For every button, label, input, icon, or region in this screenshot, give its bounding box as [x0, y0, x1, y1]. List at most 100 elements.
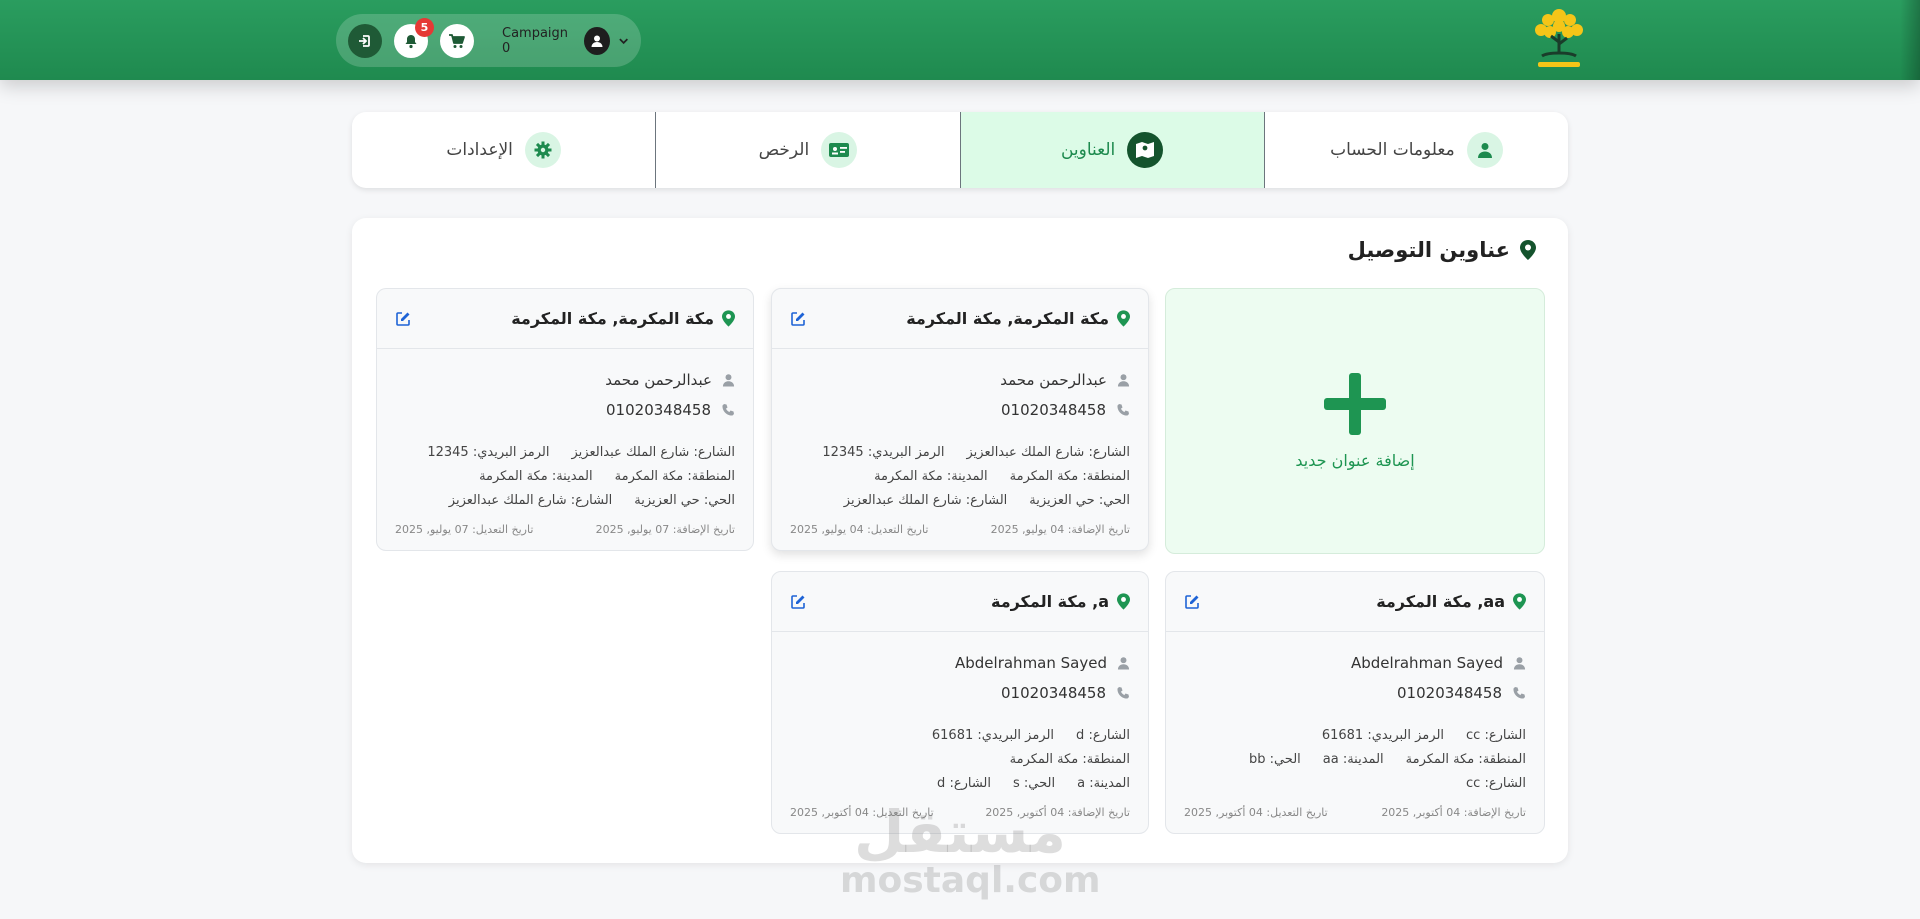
edit-icon — [791, 311, 805, 326]
detail-district: الحي: حي العزيزية — [1029, 493, 1130, 508]
address-title-text: مكة المكرمة, مكة المكرمة — [511, 309, 714, 328]
bell-icon — [405, 34, 417, 48]
address-card-body: عبدالرحمن محمد 01020348458 الشارع: شارع … — [377, 349, 753, 550]
address-dates: تاريخ الإضافة: 07 يوليو, 2025 تاريخ التع… — [395, 523, 735, 550]
location-pin-icon — [1520, 240, 1536, 260]
detail-region: المنطقة: مكة المكرمة — [1405, 752, 1526, 767]
detail-postal-code: الرمز البريدي: 61681 — [1321, 728, 1445, 743]
detail-postal-code: الرمز البريدي: 12345 — [427, 445, 550, 460]
profile-tabs: معلومات الحساب العناوين الرخص الإعدادات — [352, 112, 1568, 188]
address-title: مكة المكرمة, مكة المكرمة — [511, 309, 735, 328]
user-icon — [1117, 657, 1130, 670]
user-icon — [1117, 374, 1130, 387]
contact-name: Abdelrahman Sayed — [1351, 654, 1503, 672]
phone-row: 01020348458 — [1184, 678, 1526, 708]
contact-name: عبدالرحمن محمد — [1000, 371, 1107, 389]
contact-name: Abdelrahman Sayed — [955, 654, 1107, 672]
date-added: تاريخ الإضافة: 07 يوليو, 2025 — [595, 523, 735, 536]
location-pin-icon — [722, 310, 735, 327]
edit-icon — [791, 594, 805, 609]
logout-icon — [359, 34, 370, 47]
detail-region: المنطقة: مكة المكرمة — [1009, 469, 1130, 484]
edit-address-button[interactable] — [790, 594, 806, 610]
address-title: a, مكة المكرمة — [991, 592, 1130, 611]
edit-icon — [1185, 594, 1199, 609]
detail-street: الشارع: شارع الملك عبدالعزيز — [843, 493, 1008, 508]
tab-settings[interactable]: الإعدادات — [352, 112, 655, 188]
top-header: 5 Campaign 0 — [0, 0, 1920, 80]
detail-street: الشارع: شارع الملك عبدالعزيز — [966, 445, 1131, 460]
user-icon — [1513, 657, 1526, 670]
tab-account-info[interactable]: معلومات الحساب — [1263, 112, 1568, 188]
address-details: الشارع: شارع الملك عبدالعزيز الرمز البريد… — [790, 441, 1130, 513]
date-modified: تاريخ التعديل: 07 يوليو, 2025 — [395, 523, 534, 536]
address-card: aa, مكة المكرمة Abdelrahman Sayed 010203… — [1165, 571, 1545, 834]
edit-address-button[interactable] — [395, 311, 411, 327]
plus-icon — [1324, 372, 1386, 435]
detail-street: الشارع: d — [937, 776, 991, 791]
detail-postal-code: الرمز البريدي: 12345 — [822, 445, 945, 460]
detail-postal-code: الرمز البريدي: 61681 — [931, 728, 1055, 743]
location-pin-icon — [1117, 593, 1130, 610]
address-card-body: Abdelrahman Sayed 01020348458 الشارع: cc… — [1166, 632, 1544, 833]
add-new-address-button[interactable]: إضافة عنوان جديد — [1165, 288, 1545, 554]
detail-district: الحي: s — [1013, 776, 1056, 791]
phone-row: 01020348458 — [790, 395, 1130, 425]
address-title-text: aa, مكة المكرمة — [1376, 592, 1505, 611]
edit-icon — [396, 311, 410, 326]
tab-label: العناوين — [1060, 140, 1116, 160]
account-menu[interactable]: Campaign 0 — [502, 26, 629, 56]
user-icon — [1466, 132, 1503, 168]
address-title: مكة المكرمة, مكة المكرمة — [906, 309, 1130, 328]
address-title: aa, مكة المكرمة — [1376, 592, 1526, 611]
map-icon — [1127, 132, 1164, 168]
phone-row: 01020348458 — [395, 395, 735, 425]
contact-name: عبدالرحمن محمد — [605, 371, 712, 389]
watermark-latin: mostaql.com — [840, 860, 1101, 901]
address-title-text: مكة المكرمة, مكة المكرمة — [906, 309, 1109, 328]
address-card: مكة المكرمة, مكة المكرمة عبدالرحمن محمد — [376, 288, 754, 551]
watermark-arabic: مستقل — [853, 798, 1067, 866]
contact-name-row: عبدالرحمن محمد — [790, 365, 1130, 395]
add-new-address-label: إضافة عنوان جديد — [1295, 450, 1415, 470]
cart-button[interactable] — [440, 23, 474, 58]
header-edge — [1900, 0, 1920, 80]
date-modified: تاريخ التعديل: 04 أكتوبر, 2025 — [1184, 806, 1328, 819]
phone-icon — [1513, 687, 1525, 699]
notifications-button[interactable]: 5 — [394, 17, 434, 58]
tab-label: الإعدادات — [446, 140, 513, 160]
phone-icon — [722, 404, 734, 416]
address-card-header: مكة المكرمة, مكة المكرمة — [377, 289, 753, 349]
tab-licenses[interactable]: الرخص — [655, 112, 959, 188]
address-dates: تاريخ الإضافة: 04 يوليو, 2025 تاريخ التع… — [790, 523, 1130, 550]
user-icon — [591, 35, 603, 47]
user-icon — [722, 374, 735, 387]
chevron-down-icon — [619, 38, 628, 44]
phone-icon — [1117, 404, 1129, 416]
address-details: الشارع: cc الرمز البريدي: 61681 المنطقة: … — [1184, 724, 1526, 796]
detail-district: الحي: حي العزيزية — [634, 493, 735, 508]
contact-name-row: Abdelrahman Sayed — [1184, 648, 1526, 678]
section-title: عناوين التوصيل — [1348, 238, 1536, 262]
notification-count-badge: 5 — [415, 17, 434, 37]
detail-region: المنطقة: مكة المكرمة — [614, 469, 735, 484]
contact-name-row: عبدالرحمن محمد — [395, 365, 735, 395]
detail-street: الشارع: شارع الملك عبدالعزيز — [571, 445, 736, 460]
address-details: الشارع: d الرمز البريدي: 61681 المنطقة: مك… — [790, 724, 1130, 796]
logout-button[interactable] — [348, 23, 382, 58]
user-toolbar: 5 Campaign 0 — [336, 14, 641, 67]
phone-number: 01020348458 — [1397, 684, 1502, 702]
location-pin-icon — [1513, 593, 1526, 610]
detail-region: المنطقة: مكة المكرمة — [1009, 752, 1130, 767]
edit-address-button[interactable] — [1184, 594, 1200, 610]
address-card-header: مكة المكرمة, مكة المكرمة — [772, 289, 1148, 349]
detail-street: الشارع: شارع الملك عبدالعزيز — [448, 493, 613, 508]
date-added: تاريخ الإضافة: 04 يوليو, 2025 — [990, 523, 1130, 536]
addresses-panel: عناوين التوصيل إضافة عنوان جديد مكة المك… — [352, 218, 1568, 863]
edit-address-button[interactable] — [790, 311, 806, 327]
tab-addresses[interactable]: العناوين — [959, 112, 1264, 188]
address-card-header: aa, مكة المكرمة — [1166, 572, 1544, 632]
detail-city: المدينة: مكة المكرمة — [874, 469, 988, 484]
gear-icon — [524, 132, 561, 168]
address-card-body: عبدالرحمن محمد 01020348458 الشارع: شارع … — [772, 349, 1148, 550]
